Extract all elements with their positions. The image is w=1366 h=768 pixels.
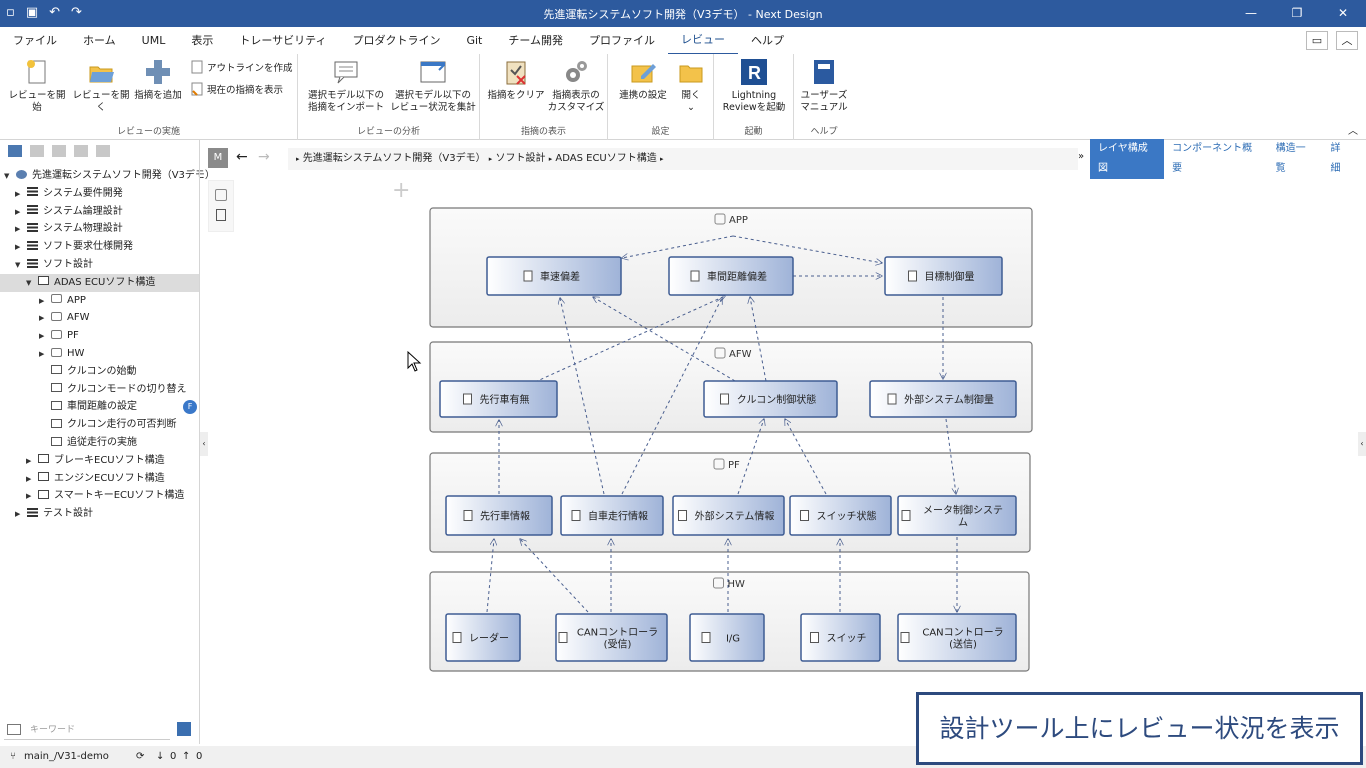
component-afw1[interactable]: 先行車有無 (439, 380, 558, 418)
branch-name[interactable]: main_/V31-demo (24, 746, 109, 768)
component-app2[interactable]: 車間距離偏差 (668, 256, 794, 296)
component-app1[interactable]: 車速偏差 (486, 256, 622, 296)
component-hw5[interactable]: CANコントローラ(送信) (897, 613, 1017, 662)
sync-icon[interactable]: ⟳ (136, 746, 144, 768)
component-app3[interactable]: 目標制御量 (884, 256, 1003, 296)
component-icon (463, 393, 472, 405)
component-label: 車間距離偏差 (707, 270, 767, 283)
component-icon (901, 510, 911, 521)
layer-label: APP (729, 215, 748, 226)
component-icon (558, 632, 568, 643)
component-icon (690, 270, 700, 282)
component-icon (800, 510, 809, 521)
component-hw4[interactable]: スイッチ (800, 613, 881, 662)
component-label: レーダー (469, 632, 509, 645)
push-count: 0 (196, 751, 203, 762)
component-icon (720, 393, 729, 405)
component-label: I/G (726, 634, 740, 645)
component-label: 外部システム情報 (695, 510, 775, 523)
component-icon (571, 510, 581, 521)
component-label: 目標制御量 (925, 270, 975, 283)
component-hw2[interactable]: CANコントローラ(受信) (555, 613, 668, 662)
pull-count: 0 (170, 751, 177, 762)
push-icon: ↑ (182, 751, 191, 762)
component-hw1[interactable]: レーダー (445, 613, 521, 662)
component-icon (810, 632, 819, 643)
component-label: 先行車有無 (480, 393, 530, 406)
component-label: 車速偏差 (540, 270, 580, 283)
branch-icon: ⑂ (10, 751, 16, 762)
component-afw3[interactable]: 外部システム制御量 (869, 380, 1017, 418)
component-label: 先行車情報 (480, 510, 530, 523)
component-pf5[interactable]: メータ制御システム (897, 495, 1017, 536)
pull-icon: ↓ (156, 751, 165, 762)
component-label: 外部システム制御量 (904, 393, 994, 406)
layer-diagram: APPAFWPFHW 車速偏差 車間距離偏差 目標制御量先行車有無 クルコン制御状態外… (407, 207, 1033, 672)
component-icon (887, 393, 897, 405)
component-label: クルコン制御状態 (737, 393, 817, 406)
component-pf4[interactable]: スイッチ状態 (789, 495, 892, 536)
component-icon (701, 632, 711, 643)
component-icon (678, 510, 687, 521)
caption-overlay: 設計ツール上にレビュー状況を表示 (916, 692, 1363, 765)
component-pf3[interactable]: 外部システム情報 (672, 495, 785, 536)
component-icon (452, 632, 462, 643)
component-label: 自車走行情報 (588, 510, 648, 523)
component-hw3[interactable]: I/G (689, 613, 765, 662)
layer-label: HW (728, 579, 746, 590)
layer-label: PF (728, 460, 740, 471)
component-icon (523, 270, 533, 282)
mouse-cursor-icon (407, 350, 422, 372)
component-icon (908, 270, 917, 282)
component-label: スイッチ状態 (817, 510, 877, 523)
component-pf1[interactable]: 先行車情報 (445, 495, 553, 536)
component-pf2[interactable]: 自車走行情報 (560, 495, 664, 536)
component-label: スイッチ (827, 633, 867, 645)
component-icon (900, 632, 910, 643)
component-afw2[interactable]: クルコン制御状態 (703, 380, 838, 418)
component-icon (463, 510, 473, 521)
layer-label: AFW (729, 349, 752, 360)
